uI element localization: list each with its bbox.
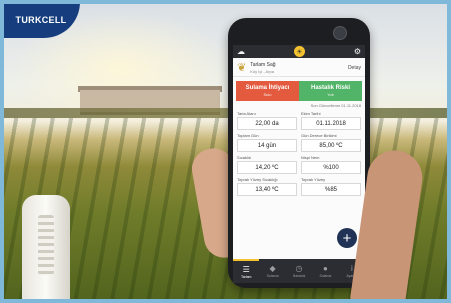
smartphone: ☁ ☀ ⚙ ❦ Tarlam Sağ Köy İçi - Arpa Detay … [228, 18, 370, 288]
metric-temperature: Sıcaklık 14,20 ºC [237, 155, 297, 174]
drop-icon: ● [323, 264, 328, 273]
metric-label: Toplam Gün [237, 133, 259, 138]
irrigation-need-card[interactable]: Sulama İhtiyacı Sulu [236, 81, 299, 101]
info-icon: i [350, 264, 353, 273]
detail-link[interactable]: Detay [348, 65, 361, 71]
nav-label: Sulama [266, 274, 279, 278]
irrigation-need-value: Sulu [263, 92, 272, 97]
metric-value: 22,00 da [237, 117, 297, 130]
nav-item-tarlam[interactable]: ☰ Tarlam [233, 259, 260, 283]
metric-soil-moisture: Toprak Yüzey %85 [301, 177, 361, 196]
metric-label: Ekim Tarihi [301, 111, 321, 116]
metric-value: 14,20 ºC [237, 161, 297, 174]
metric-sowing-date: Ekim Tarihi 01.11.2018 [301, 111, 361, 130]
metric-label: Nispi Nem [301, 155, 320, 160]
metrics-grid: Tarla Alanı 22,00 da Ekim Tarihi 01.11.2… [233, 111, 365, 196]
leaf-icon: ◆ [269, 264, 276, 273]
metric-value: 85,00 ºC [301, 139, 361, 152]
sun-icon[interactable]: ☀ [293, 46, 305, 57]
risk-cards: Sulama İhtiyacı Sulu Hastalık Riski Yok [236, 81, 362, 101]
metric-label: Gün Derece Birikimi [301, 133, 337, 138]
metric-growing-degree: Gün Derece Birikimi 85,00 ºC [301, 133, 361, 152]
app-screen: ☁ ☀ ⚙ ❦ Tarlam Sağ Köy İçi - Arpa Detay … [233, 45, 365, 283]
metric-value: %100 [301, 161, 361, 174]
treeline [0, 108, 451, 118]
metric-total-days: Toplam Gün 14 gün [237, 133, 297, 152]
bottom-nav: ☰ Tarlam ◆ Sulama ◷ Hastalık ● Sulama i [233, 259, 365, 283]
metric-humidity: Nispi Nem %100 [301, 155, 361, 174]
nav-item-sulama-2[interactable]: ● Sulama [312, 259, 338, 283]
sensor-fins [38, 215, 54, 275]
field-info: Tarlam Sağ Köy İçi - Arpa [250, 62, 348, 74]
metric-value: %85 [301, 183, 361, 196]
farm-background: ☁ ☀ ⚙ ❦ Tarlam Sağ Köy İçi - Arpa Detay … [0, 0, 451, 303]
metric-label: Toprak Yüzey [301, 177, 326, 182]
cloud-icon[interactable]: ☁ [237, 47, 245, 56]
field-header[interactable]: ❦ Tarlam Sağ Köy İçi - Arpa Detay [233, 58, 365, 77]
app-bar: ☁ ☀ ⚙ [233, 45, 365, 58]
disease-risk-card[interactable]: Hastalık Riski Yok [299, 81, 362, 101]
clock-icon: ◷ [295, 264, 303, 273]
nav-label: Hastalık [292, 274, 306, 278]
nav-item-sulama[interactable]: ◆ Sulama [259, 259, 285, 283]
logo-text: TURKCELL [15, 15, 67, 25]
metric-value: 13,40 ºC [237, 183, 297, 196]
field-name: Tarlam Sağ [250, 61, 276, 68]
fingerprint-sensor-icon [333, 26, 347, 40]
add-button[interactable]: + [337, 228, 357, 248]
metric-soil-temperature: Toprak Yüzey Sıcaklığı 13,40 ºC [237, 177, 297, 196]
last-update-text: Son Güncelleme 01.11.2018 [310, 103, 361, 108]
metric-label: Sıcaklık [237, 155, 252, 160]
metric-label: Tarla Alanı [237, 111, 256, 116]
menu-icon: ☰ [242, 265, 250, 274]
metric-value: 14 gün [237, 139, 297, 152]
nav-item-hastalik[interactable]: ◷ Hastalık [286, 259, 312, 283]
disease-risk-label: Hastalık Riski [310, 85, 351, 91]
nav-label: Sulama [319, 274, 332, 278]
disease-risk-value: Yok [327, 92, 334, 97]
nav-label: Tarlam [240, 275, 252, 279]
metric-label: Toprak Yüzey Sıcaklığı [237, 177, 278, 182]
metric-value: 01.11.2018 [301, 117, 361, 130]
wheat-icon: ❦ [237, 62, 247, 74]
metric-field-area: Tarla Alanı 22,00 da [237, 111, 297, 130]
gear-icon[interactable]: ⚙ [354, 47, 361, 56]
field-location: Köy İçi - Arpa [250, 68, 275, 74]
irrigation-need-label: Sulama İhtiyacı [245, 85, 290, 91]
